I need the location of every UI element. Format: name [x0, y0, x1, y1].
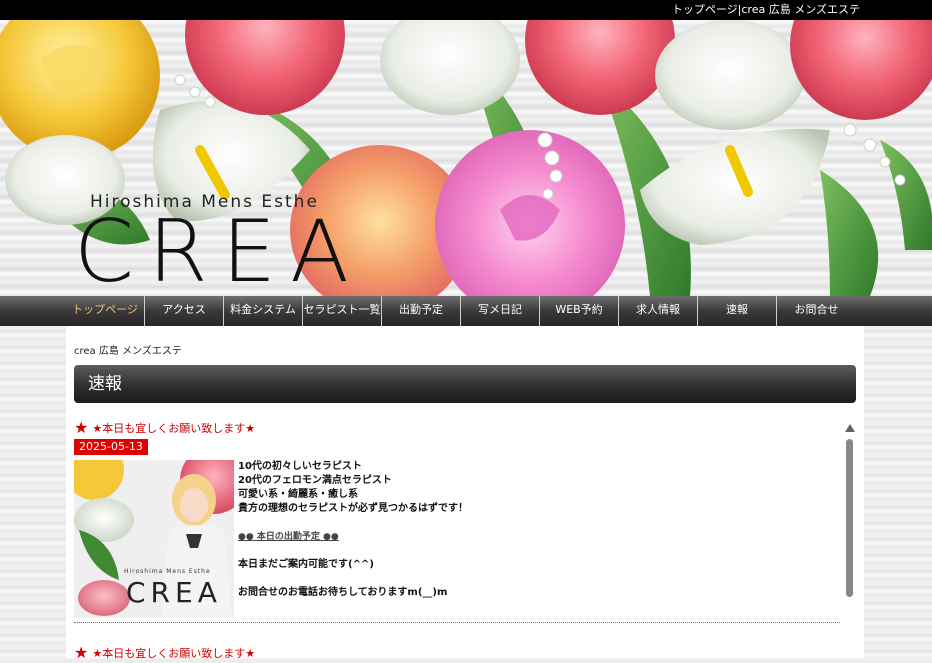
hero-banner: Hiroshima Mens Esthe CREA [0, 20, 932, 296]
nav-item-recruit[interactable]: 求人情報 [619, 296, 698, 326]
news-post: ★ ★本日も宜しくお願い致します★ 2025-05-13 Hiroshima M… [74, 419, 840, 623]
post-title-row: ★ ★本日も宜しくお願い致します★ [74, 419, 840, 437]
triangle-up-icon[interactable] [845, 424, 855, 432]
section-title: 速報 [74, 365, 856, 403]
thumbnail-logo: CREA [126, 576, 222, 609]
nav-item-therapists[interactable]: セラピスト一覧 [303, 296, 382, 326]
nav-item-pricing[interactable]: 料金システム [224, 296, 303, 326]
post-line: 20代のフェロモン満点セラピスト [238, 475, 392, 486]
nav-item-contact[interactable]: お問合せ [777, 296, 856, 326]
top-bar-text: トップページ|crea 広島 メンズエステ [671, 3, 860, 16]
nav-item-top[interactable]: トップページ [66, 296, 145, 326]
top-bar: トップページ|crea 広島 メンズエステ [0, 0, 932, 20]
post-line: 可愛い系・綺麗系・癒し系 [238, 489, 358, 500]
main-nav: トップページ アクセス 料金システム セラピスト一覧 出勤予定 写メ日記 WEB… [0, 296, 932, 326]
nav-item-access[interactable]: アクセス [145, 296, 224, 326]
schedule-link[interactable]: ●● 本日の出勤予定 ●● [238, 530, 468, 544]
scrollbar-thumb[interactable] [846, 439, 853, 597]
nav-item-photo-diary[interactable]: 写メ日記 [461, 296, 540, 326]
post-title[interactable]: ★本日も宜しくお願い致します★ [92, 422, 255, 435]
nav-item-web-booking[interactable]: WEB予約 [540, 296, 619, 326]
main-content: crea 広島 メンズエステ 速報 ★ ★本日も宜しくお願い致します★ 2025-… [66, 326, 864, 662]
star-icon: ★ [74, 418, 89, 437]
post-line: 10代の初々しいセラピスト [238, 461, 362, 472]
news-post: ★ ★本日も宜しくお願い致します★ [74, 644, 840, 662]
breadcrumb: crea 広島 メンズエステ [74, 346, 182, 357]
thumbnail-subtitle: Hiroshima Mens Esthe [124, 568, 211, 575]
post-line-contact: お問合せのお電話お待ちしておりますm(__)m [238, 587, 448, 598]
news-scrollbar[interactable] [844, 424, 856, 658]
star-icon: ★ [74, 643, 89, 662]
post-title-row: ★ ★本日も宜しくお願い致します★ [74, 644, 840, 662]
post-body: Hiroshima Mens Esthe CREA 10代の初々しいセラピスト … [74, 460, 840, 623]
brand-logo: CREA [74, 202, 363, 296]
post-title[interactable]: ★本日も宜しくお願い致します★ [92, 647, 255, 660]
post-text: 10代の初々しいセラピスト 20代のフェロモン満点セラピスト 可愛い系・綺麗系・… [238, 460, 468, 600]
nav-item-news[interactable]: 速報 [698, 296, 777, 326]
nav-item-schedule[interactable]: 出勤予定 [382, 296, 461, 326]
post-line: 貴方の理想のセラピストが必ず見つかるはずです！ [238, 503, 468, 514]
post-line-available: 本日まだご案内可能です(^^) [238, 559, 374, 570]
post-thumbnail[interactable]: Hiroshima Mens Esthe CREA [74, 460, 234, 618]
post-date-badge: 2025-05-13 [74, 439, 148, 455]
